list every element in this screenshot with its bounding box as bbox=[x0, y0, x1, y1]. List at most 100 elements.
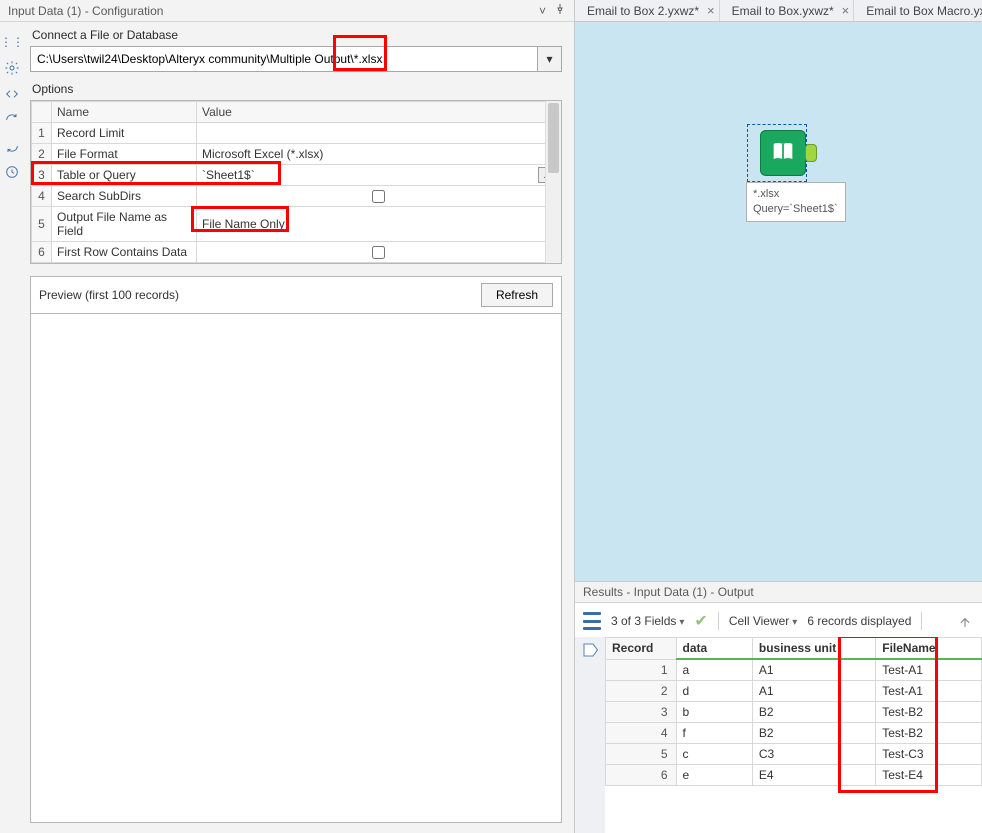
table-row[interactable]: 1aA1Test-A1 bbox=[606, 659, 982, 681]
row-number: 1 bbox=[606, 659, 677, 681]
code-icon[interactable] bbox=[4, 86, 20, 102]
rows-icon[interactable] bbox=[583, 612, 601, 630]
pin-icon[interactable] bbox=[554, 3, 566, 18]
tool-label-line1: *.xlsx bbox=[753, 187, 839, 202]
options-box: Name Value 1 Record Limit 2 bbox=[30, 100, 562, 264]
table-query-value: `Sheet1$` bbox=[202, 168, 255, 182]
close-icon[interactable]: × bbox=[707, 3, 715, 18]
cell-filename[interactable]: Test-C3 bbox=[876, 744, 982, 765]
fields-count[interactable]: 3 of 3 Fields▾ bbox=[611, 614, 684, 628]
path-dropdown-button[interactable]: ▾ bbox=[538, 46, 562, 72]
cell-data[interactable]: b bbox=[676, 702, 752, 723]
table-row[interactable]: 5cC3Test-C3 bbox=[606, 744, 982, 765]
separator bbox=[718, 612, 719, 630]
col-record[interactable]: Record bbox=[606, 638, 677, 660]
row-number: 5 bbox=[606, 744, 677, 765]
opt-row-record-limit[interactable]: 1 Record Limit bbox=[32, 123, 561, 144]
row-number: 6 bbox=[606, 765, 677, 786]
table-row[interactable]: 4fB2Test-B2 bbox=[606, 723, 982, 744]
close-icon[interactable]: × bbox=[842, 3, 850, 18]
results-grid-wrap: Record data business unit FileName 1aA1T… bbox=[605, 637, 982, 833]
row-number: 4 bbox=[606, 723, 677, 744]
cell-data[interactable]: e bbox=[676, 765, 752, 786]
results-toolbar: 3 of 3 Fields▾ ✔ Cell Viewer▾ 6 records … bbox=[575, 603, 982, 637]
cell-filename[interactable]: Test-B2 bbox=[876, 723, 982, 744]
opt-row-output-filename[interactable]: 5 Output File Name as Field File Name On… bbox=[32, 207, 561, 242]
results-pane: Results - Input Data (1) - Output 3 of 3… bbox=[575, 581, 982, 833]
tab-label: Email to Box.yxwz* bbox=[732, 4, 834, 18]
output-anchor[interactable] bbox=[805, 144, 817, 162]
cell-data[interactable]: f bbox=[676, 723, 752, 744]
tab-email-to-box-2[interactable]: Email to Box 2.yxwz* × bbox=[575, 0, 720, 21]
output-filename-value: File Name Only bbox=[202, 217, 285, 231]
input-data-tool[interactable] bbox=[760, 130, 806, 176]
options-label: Options bbox=[32, 82, 560, 96]
cell-data[interactable]: c bbox=[676, 744, 752, 765]
tab-label: Email to Box Macro.yx bbox=[866, 4, 982, 18]
cell-viewer[interactable]: Cell Viewer▾ bbox=[729, 614, 798, 628]
pentagon-icon[interactable] bbox=[581, 641, 599, 662]
refresh-left-icon[interactable] bbox=[4, 112, 20, 128]
cell-data[interactable]: a bbox=[676, 659, 752, 681]
workflow-canvas[interactable]: *.xlsx Query=`Sheet1$` bbox=[575, 22, 982, 581]
results-grid: Record data business unit FileName 1aA1T… bbox=[605, 637, 982, 786]
refresh-button[interactable]: Refresh bbox=[481, 283, 553, 307]
path-row: ▾ bbox=[30, 46, 562, 72]
tab-email-to-box[interactable]: Email to Box.yxwz* × bbox=[720, 0, 855, 21]
col-value[interactable]: Value bbox=[197, 102, 561, 123]
connect-label: Connect a File or Database bbox=[32, 28, 560, 42]
tool-label: *.xlsx Query=`Sheet1$` bbox=[746, 182, 846, 222]
results-title: Results - Input Data (1) - Output bbox=[575, 582, 982, 603]
cell-bu[interactable]: C3 bbox=[752, 744, 875, 765]
tab-bar: Email to Box 2.yxwz* × Email to Box.yxwz… bbox=[575, 0, 982, 22]
check-icon[interactable]: ✔ bbox=[694, 611, 707, 631]
cell-filename[interactable]: Test-E4 bbox=[876, 765, 982, 786]
col-data[interactable]: data bbox=[676, 638, 752, 660]
config-pane: Input Data (1) - Configuration ˅ ⋮⋮ bbox=[0, 0, 575, 833]
results-left-gutter bbox=[575, 637, 605, 833]
refresh-right-icon[interactable] bbox=[4, 138, 20, 154]
app-root: Input Data (1) - Configuration ˅ ⋮⋮ bbox=[0, 0, 982, 833]
table-row[interactable]: 3bB2Test-B2 bbox=[606, 702, 982, 723]
cell-bu[interactable]: A1 bbox=[752, 659, 875, 681]
options-table: Name Value 1 Record Limit 2 bbox=[31, 101, 561, 263]
col-name[interactable]: Name bbox=[52, 102, 197, 123]
tab-label: Email to Box 2.yxwz* bbox=[587, 4, 699, 18]
history-icon[interactable] bbox=[4, 164, 20, 180]
opt-row-first-row-data[interactable]: 6 First Row Contains Data bbox=[32, 242, 561, 263]
path-input[interactable] bbox=[30, 46, 538, 72]
collapse-icon[interactable]: ˅ bbox=[539, 4, 546, 18]
cell-filename[interactable]: Test-A1 bbox=[876, 681, 982, 702]
handle-icon[interactable]: ⋮⋮ bbox=[4, 34, 20, 50]
gear-icon[interactable] bbox=[4, 60, 20, 76]
row-number: 2 bbox=[606, 681, 677, 702]
search-subdirs-checkbox[interactable] bbox=[372, 190, 385, 203]
tab-email-to-box-macro[interactable]: Email to Box Macro.yx bbox=[854, 0, 982, 21]
rowhdr-blank bbox=[32, 102, 52, 123]
opt-row-file-format[interactable]: 2 File Format Microsoft Excel (*.xlsx) ⌄ bbox=[32, 144, 561, 165]
left-toolbar: ⋮⋮ bbox=[0, 22, 24, 833]
table-row[interactable]: 2dA1Test-A1 bbox=[606, 681, 982, 702]
preview-label: Preview (first 100 records) bbox=[39, 288, 179, 302]
first-row-checkbox[interactable] bbox=[372, 246, 385, 259]
cell-filename[interactable]: Test-B2 bbox=[876, 702, 982, 723]
cell-filename[interactable]: Test-A1 bbox=[876, 659, 982, 681]
separator bbox=[921, 612, 922, 630]
cell-bu[interactable]: E4 bbox=[752, 765, 875, 786]
opt-row-table-query[interactable]: 3 Table or Query `Sheet1$` … bbox=[32, 165, 561, 186]
cell-bu[interactable]: B2 bbox=[752, 702, 875, 723]
cell-data[interactable]: d bbox=[676, 681, 752, 702]
col-filename[interactable]: FileName bbox=[876, 638, 982, 660]
table-row[interactable]: 6eE4Test-E4 bbox=[606, 765, 982, 786]
row-number: 3 bbox=[606, 702, 677, 723]
arrow-up-icon[interactable] bbox=[956, 612, 974, 630]
right-pane: Email to Box 2.yxwz* × Email to Box.yxwz… bbox=[575, 0, 982, 833]
options-scrollbar[interactable] bbox=[545, 101, 561, 263]
cell-bu[interactable]: B2 bbox=[752, 723, 875, 744]
col-business-unit[interactable]: business unit bbox=[752, 638, 875, 660]
opt-row-search-subdirs[interactable]: 4 Search SubDirs bbox=[32, 186, 561, 207]
config-title-bar: Input Data (1) - Configuration ˅ bbox=[0, 0, 574, 22]
cell-bu[interactable]: A1 bbox=[752, 681, 875, 702]
records-displayed: 6 records displayed bbox=[807, 614, 911, 628]
tool-label-line2: Query=`Sheet1$` bbox=[753, 202, 839, 217]
